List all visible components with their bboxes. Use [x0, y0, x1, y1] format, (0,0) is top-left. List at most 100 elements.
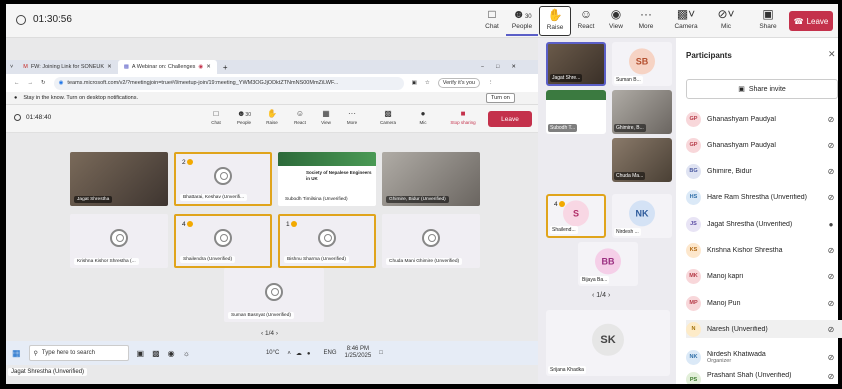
close-icon[interactable]: ✕: [206, 64, 211, 70]
inner-mic-button[interactable]: ● Mic: [411, 108, 435, 125]
forward-icon[interactable]: →: [28, 80, 34, 86]
gallery-pager[interactable]: ‹ 1/4 ›: [261, 330, 278, 337]
close-icon[interactable]: ✕: [828, 49, 836, 60]
people-icon: ☻30: [512, 7, 532, 21]
windows-taskbar: ▦ ⚲ Type here to search ▣▩◉☼ 10°C ˄☁● ENG…: [6, 341, 538, 365]
mic-off-icon[interactable]: ⊘: [826, 372, 836, 381]
mic-off-icon[interactable]: ⊘: [826, 167, 836, 176]
mic-off-icon: ⊘˅: [717, 7, 735, 21]
close-icon[interactable]: ✕: [107, 64, 112, 70]
participant-row[interactable]: KS Krishna Kishor Shrestha ⊘: [686, 241, 842, 259]
reload-icon[interactable]: ↻: [41, 80, 46, 86]
more-button[interactable]: ··· More: [630, 6, 662, 36]
notification-icon[interactable]: □: [379, 350, 383, 356]
inner-chat-button[interactable]: □ Chat: [204, 108, 228, 125]
share-button[interactable]: ▣ Share: [752, 6, 784, 36]
new-tab-icon[interactable]: +: [217, 63, 234, 72]
video-tile[interactable]: Ghimire, Bidur (Unverified): [382, 152, 480, 206]
video-tile[interactable]: Subodh T...: [546, 90, 606, 134]
video-tile[interactable]: 1 Bishnu Sharma (Unverified): [278, 214, 376, 268]
window-controls[interactable]: −□✕: [481, 64, 538, 70]
browser-tab[interactable]: M FW: Joining Link for SONEUK ✕: [17, 60, 117, 74]
strip-pager[interactable]: ‹ 1/4 ›: [592, 292, 610, 299]
mic-off-icon[interactable]: ⊘: [826, 193, 836, 202]
star-icon[interactable]: ☆: [425, 80, 430, 86]
video-tile[interactable]: Chuda Ma...: [612, 138, 672, 182]
mic-off-icon[interactable]: ⊘: [826, 299, 836, 308]
participants-panel: Participants ✕ ▣ Share invite GP Ghanashya…: [676, 38, 842, 384]
url-field[interactable]: ◉ teams.microsoft.com/v2/?meetingjoin=tru…: [53, 76, 404, 90]
avatar-icon: [110, 229, 128, 247]
install-icon[interactable]: ▣: [412, 80, 417, 86]
participant-row[interactable]: MK Manoj kapri ⊘: [686, 267, 842, 285]
inner-camera-button[interactable]: ▩ Camera: [376, 108, 400, 125]
view-button[interactable]: ◉ View: [600, 6, 632, 36]
mic-button[interactable]: ⊘˅ Mic: [710, 6, 742, 36]
mic-off-icon[interactable]: ⊘: [826, 325, 836, 334]
participant-row[interactable]: PS Prashant Shah (Unverified) ⊘: [686, 372, 842, 384]
taskbar-apps[interactable]: ▣▩◉☼: [137, 349, 198, 358]
inner-react-button[interactable]: ☺ React: [288, 108, 312, 125]
mic-off-icon[interactable]: ⊘: [826, 353, 836, 362]
leave-button[interactable]: ☎ Leave: [789, 11, 833, 31]
mic-off-icon[interactable]: ⊘: [826, 115, 836, 124]
video-tile[interactable]: 2 Bhattarai, Keshav (Unverifi...: [174, 152, 272, 206]
participant-row[interactable]: N Naresh (Unverified) ⊘: [686, 320, 842, 338]
browser-tab-active[interactable]: ▩ A Webinar on: Challenges ◉ ✕: [117, 60, 217, 74]
inner-meeting-toolbar: 01:48:40 □ Chat ☻30 People ✋ Raise ☺ React ▦…: [6, 105, 538, 133]
share-icon: ▣: [738, 86, 745, 93]
participant-row[interactable]: BG Ghimire, Bidur ⊘: [686, 162, 842, 180]
inner-view-button[interactable]: ▦ View: [314, 108, 338, 125]
share-invite-button[interactable]: ▣ Share invite: [686, 79, 838, 99]
video-tile[interactable]: 4 Shailendra (Unverified): [174, 214, 272, 268]
video-tile[interactable]: Society of Nepalese Engineers in UK Subod…: [278, 152, 376, 206]
verify-button[interactable]: Verify it's you: [437, 78, 480, 88]
video-tile[interactable]: Jagat Shre...: [546, 42, 606, 86]
banner-graphic: [278, 152, 376, 166]
video-tile[interactable]: 4 S Shailend...: [546, 194, 606, 238]
video-tile[interactable]: Krishna Kishor Shrestha (...: [70, 214, 168, 268]
mic-off-icon[interactable]: ⊘: [826, 141, 836, 150]
video-tile[interactable]: BB Bijaya Ba...: [578, 242, 638, 286]
menu-icon[interactable]: ⋮: [488, 80, 494, 86]
camera-off-icon: ▩˅: [676, 7, 696, 21]
video-tile[interactable]: Jagat Shrestha: [70, 152, 168, 206]
raise-hand-button[interactable]: ✋ Raise: [539, 6, 571, 36]
mic-icon: ●: [420, 109, 426, 118]
inner-raise-button[interactable]: ✋ Raise: [260, 108, 284, 125]
avatar-icon: [318, 229, 336, 247]
windows-icon[interactable]: ▦: [12, 348, 21, 359]
stop-sharing-button[interactable]: ■ Stop sharing: [446, 108, 480, 125]
react-button[interactable]: ☺ React: [570, 6, 602, 36]
video-tile-large[interactable]: SK Srijana Khadka: [546, 310, 670, 376]
inner-more-button[interactable]: ··· More: [340, 108, 364, 125]
participant-row[interactable]: NK Nirdesh Khatiwada Organizer ⊘: [686, 346, 842, 368]
mic-off-icon[interactable]: ⊘: [826, 272, 836, 281]
participant-row[interactable]: MP Manoj Pun ⊘: [686, 294, 842, 312]
participant-row[interactable]: GP Ghanashyam Paudyal ⊘: [686, 110, 842, 128]
video-tile[interactable]: Chuda Mani Ghimire (Unverified): [382, 214, 480, 268]
video-tile[interactable]: Suman Basnyat (Unverified): [224, 268, 324, 322]
inner-people-button[interactable]: ☻30 People: [232, 108, 256, 125]
video-tile[interactable]: NK Nirdesh ...: [612, 194, 672, 238]
people-button[interactable]: ☻30 People: [506, 6, 538, 36]
inner-leave-button[interactable]: Leave: [488, 111, 532, 127]
video-tile[interactable]: Ghimire, B...: [612, 90, 672, 134]
inner-timer: 01:48:40: [14, 114, 51, 121]
tray-icons[interactable]: ˄☁●: [287, 350, 315, 357]
record-icon: [16, 14, 26, 25]
turn-on-button[interactable]: Turn on: [486, 93, 515, 103]
temperature: 10°C: [265, 350, 280, 356]
mic-off-icon[interactable]: ⊘: [826, 246, 836, 255]
participant-row[interactable]: GP Ghanashyam Paudyal ⊘: [686, 136, 842, 154]
chat-icon: □: [488, 7, 496, 21]
avatar-icon: [214, 229, 232, 247]
camera-button[interactable]: ▩˅ Camera: [670, 6, 702, 36]
back-icon[interactable]: ←: [14, 80, 20, 86]
participant-row[interactable]: JS Jagat Shrestha (Unverified) ●: [686, 215, 842, 233]
taskbar-search[interactable]: ⚲ Type here to search: [28, 345, 129, 361]
participant-row[interactable]: HS Hare Ram Shrestha (Unverified) ⊘: [686, 188, 842, 206]
mic-on-icon[interactable]: ●: [826, 220, 836, 229]
chat-button[interactable]: □ Chat: [476, 6, 508, 36]
video-tile[interactable]: SB Suman B...: [612, 42, 672, 86]
